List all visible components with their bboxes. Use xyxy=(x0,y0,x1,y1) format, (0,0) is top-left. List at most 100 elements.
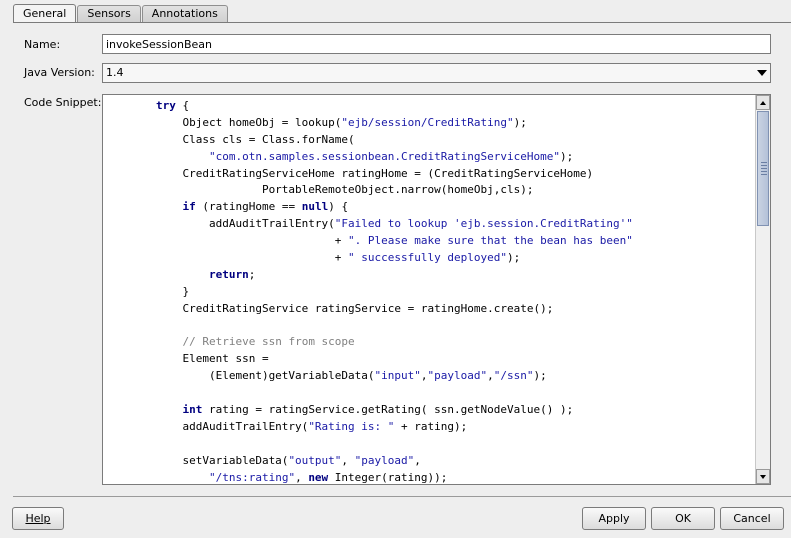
code-token: ) { xyxy=(328,200,349,214)
java-version-select[interactable]: 1.4 xyxy=(102,63,771,83)
code-line: + ". Please make sure that the bean has … xyxy=(103,233,755,250)
code-text[interactable]: try { Object homeObj = lookup("ejb/sessi… xyxy=(103,98,755,484)
code-token: addAuditTrailEntry( xyxy=(103,217,335,231)
tab-bar: General Sensors Annotations xyxy=(13,3,229,24)
code-line: (Element)getVariableData("input","payloa… xyxy=(103,368,755,385)
code-token: new xyxy=(308,470,329,484)
code-token: (ratingHome == xyxy=(195,200,302,214)
code-token: + xyxy=(103,251,349,265)
scroll-up-button[interactable] xyxy=(756,95,770,110)
code-token: , xyxy=(487,369,494,383)
code-token: CreditRatingServiceHome ratingHome = (Cr… xyxy=(103,166,594,180)
code-token: Element ssn = xyxy=(103,352,269,366)
code-token: ". Please make sure that the bean has be… xyxy=(348,234,633,248)
ok-button[interactable]: OK xyxy=(651,507,715,530)
help-button-label: Help xyxy=(25,512,51,525)
code-token: ); xyxy=(507,251,521,265)
scroll-down-button[interactable] xyxy=(756,469,770,484)
code-token: , xyxy=(295,470,309,484)
code-token: } xyxy=(103,284,190,298)
code-line: int rating = ratingService.getRating( ss… xyxy=(103,402,755,419)
java-version-value: 1.4 xyxy=(106,66,124,79)
code-token: ; xyxy=(248,267,256,281)
code-token: Integer(rating)); xyxy=(328,470,448,484)
ok-button-label: OK xyxy=(675,512,691,525)
code-token: Class cls = Class.forName( xyxy=(103,132,355,146)
cancel-button-label: Cancel xyxy=(733,512,771,525)
code-token: "/tns:rating" xyxy=(208,470,296,484)
grip-line xyxy=(761,174,767,175)
code-token: , xyxy=(341,453,355,467)
code-line: CreditRatingServiceHome ratingHome = (Cr… xyxy=(103,166,755,183)
code-token: CreditRatingService ratingService = rati… xyxy=(103,301,554,315)
code-token: Object homeObj = lookup( xyxy=(103,115,342,129)
code-line: + " successfully deployed"); xyxy=(103,250,755,267)
code-token: "com.otn.samples.sessionbean.CreditRatin… xyxy=(208,149,560,163)
tab-sensors[interactable]: Sensors xyxy=(77,5,141,23)
code-line: } xyxy=(103,284,755,301)
code-token: + rating); xyxy=(394,419,468,433)
code-line: Object homeObj = lookup("ejb/session/Cre… xyxy=(103,115,755,132)
code-token: { xyxy=(175,99,190,112)
code-line: "com.otn.samples.sessionbean.CreditRatin… xyxy=(103,149,755,166)
help-button[interactable]: Help xyxy=(12,507,64,530)
vertical-scrollbar[interactable] xyxy=(755,95,770,484)
code-token: ); xyxy=(559,149,574,163)
code-token: "Rating is: " xyxy=(308,419,395,433)
grip-line xyxy=(761,162,767,163)
code-token: setVariableData( xyxy=(103,453,289,467)
code-line: return; xyxy=(103,267,755,284)
cancel-button[interactable]: Cancel xyxy=(720,507,784,530)
tab-annotations[interactable]: Annotations xyxy=(141,5,228,23)
code-token: "Failed to lookup 'ejb.session.CreditRat… xyxy=(334,217,633,231)
code-token: (Element)getVariableData( xyxy=(103,369,375,383)
code-line: Element ssn = xyxy=(103,351,755,368)
code-token: ); xyxy=(533,369,547,383)
tab-general[interactable]: General xyxy=(13,4,77,24)
arrow-up-icon xyxy=(760,101,766,105)
code-token: ); xyxy=(513,115,527,129)
code-token: " successfully deployed" xyxy=(348,251,507,265)
code-token: "/ssn" xyxy=(493,369,534,383)
name-field[interactable] xyxy=(102,34,771,54)
code-token: null xyxy=(301,200,329,214)
code-snippet-label: Code Snippet: xyxy=(24,96,102,109)
code-token: , xyxy=(420,369,428,383)
code-line: addAuditTrailEntry("Rating is: " + ratin… xyxy=(103,419,755,436)
scroll-thumb[interactable] xyxy=(757,111,769,226)
code-token: return xyxy=(208,267,249,281)
code-token: if xyxy=(182,200,196,214)
code-token: , xyxy=(414,453,421,467)
code-token: "output" xyxy=(288,453,342,467)
name-label: Name: xyxy=(24,38,61,51)
code-line: Class cls = Class.forName( xyxy=(103,132,755,149)
grip-line xyxy=(761,165,767,166)
apply-button[interactable]: Apply xyxy=(582,507,646,530)
code-line: "/tns:rating", new Integer(rating)); xyxy=(103,470,755,484)
code-token: "payload" xyxy=(427,369,488,383)
code-token: "payload" xyxy=(354,453,415,467)
code-line: CreditRatingService ratingService = rati… xyxy=(103,301,755,318)
chevron-down-icon[interactable] xyxy=(757,70,767,76)
code-line: if (ratingHome == null) { xyxy=(103,199,755,216)
code-token: + xyxy=(103,234,349,248)
code-snippet-editor[interactable]: try { Object homeObj = lookup("ejb/sessi… xyxy=(102,94,771,485)
apply-button-label: Apply xyxy=(598,512,630,525)
code-token: try xyxy=(155,99,176,112)
code-token: PortableRemoteObject.narrow(homeObj,cls)… xyxy=(103,183,534,197)
grip-line xyxy=(761,168,767,169)
code-token: int xyxy=(182,403,203,417)
code-token: "ejb/session/CreditRating" xyxy=(341,115,514,129)
code-token: // Retrieve ssn from scope xyxy=(182,335,355,349)
code-line: setVariableData("output", "payload", xyxy=(103,453,755,470)
code-line: PortableRemoteObject.narrow(homeObj,cls)… xyxy=(103,182,755,199)
grip-line xyxy=(761,171,767,172)
